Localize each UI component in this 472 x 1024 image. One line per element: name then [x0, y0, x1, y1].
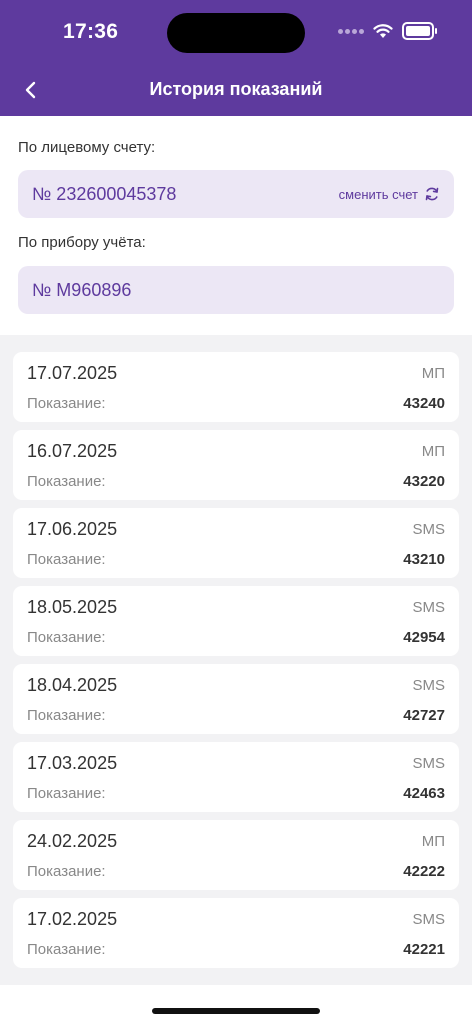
account-number: № 232600045378 — [32, 184, 177, 204]
reading-value: 42222 — [403, 863, 445, 880]
readings-list: 17.07.2025 МП Показание: 43240 16.07.202… — [13, 352, 459, 976]
dynamic-island — [167, 13, 305, 53]
reading-card[interactable]: 18.05.2025 SMS Показание: 42954 — [13, 586, 459, 656]
reading-card[interactable]: 24.02.2025 МП Показание: 42222 — [13, 820, 459, 890]
reading-label: Показание: — [27, 707, 106, 724]
change-account-label: сменить счет — [338, 186, 418, 202]
top-bar: 17:36 История показаний — [0, 0, 472, 116]
reading-date: 17.07.2025 — [27, 363, 118, 383]
reading-date: 17.03.2025 — [27, 753, 118, 773]
reading-source: SMS — [412, 677, 445, 694]
reading-value: 42954 — [403, 629, 445, 646]
reading-source: МП — [421, 833, 445, 850]
reading-date: 18.05.2025 — [27, 597, 118, 617]
reading-source: SMS — [412, 755, 445, 772]
reading-date: 17.06.2025 — [27, 519, 118, 539]
reading-card[interactable]: 17.03.2025 SMS Показание: 42463 — [13, 742, 459, 812]
meter-number: № М960896 — [32, 280, 132, 300]
reading-card[interactable]: 18.04.2025 SMS Показание: 42727 — [13, 664, 459, 734]
reading-label: Показание: — [27, 863, 106, 880]
reading-source: SMS — [412, 911, 445, 928]
reading-value: 43240 — [403, 395, 445, 412]
reading-value: 42463 — [403, 785, 445, 802]
bottom-safe-area — [0, 985, 472, 1024]
reading-date: 17.02.2025 — [27, 909, 118, 929]
reading-label: Показание: — [27, 473, 106, 490]
reading-source: МП — [421, 443, 445, 460]
reading-value: 42221 — [403, 941, 445, 958]
status-time: 17:36 — [63, 20, 119, 43]
refresh-icon — [425, 187, 439, 201]
reading-value: 43210 — [403, 551, 445, 568]
reading-date: 24.02.2025 — [27, 831, 118, 851]
meter-label: По прибору учёта: — [18, 234, 146, 251]
change-account-button[interactable]: сменить счет — [339, 186, 440, 202]
meter-field: № М960896 — [18, 266, 454, 314]
reading-date: 18.04.2025 — [27, 675, 118, 695]
reading-source: SMS — [412, 599, 445, 616]
reading-date: 16.07.2025 — [27, 441, 118, 461]
reading-label: Показание: — [27, 941, 106, 958]
reading-label: Показание: — [27, 551, 106, 568]
reading-value: 42727 — [403, 707, 445, 724]
reading-label: Показание: — [27, 395, 106, 412]
reading-card[interactable]: 17.07.2025 МП Показание: 43240 — [13, 352, 459, 422]
battery-icon — [402, 22, 437, 40]
signal-icon — [338, 28, 364, 34]
reading-card[interactable]: 17.06.2025 SMS Показание: 43210 — [13, 508, 459, 578]
reading-value: 43220 — [403, 473, 445, 490]
reading-label: Показание: — [27, 629, 106, 646]
reading-source: МП — [421, 365, 445, 382]
account-field[interactable]: № 232600045378 сменить счет — [18, 170, 454, 218]
page-title: История показаний — [149, 79, 323, 99]
reading-label: Показание: — [27, 785, 106, 802]
status-icons — [338, 22, 437, 40]
account-label: По лицевому счету: — [18, 139, 156, 156]
account-panel: По лицевому счету: № 232600045378 сменит… — [0, 116, 472, 335]
reading-source: SMS — [412, 521, 445, 538]
reading-card[interactable]: 17.02.2025 SMS Показание: 42221 — [13, 898, 459, 968]
home-indicator[interactable] — [152, 1008, 320, 1014]
reading-card[interactable]: 16.07.2025 МП Показание: 43220 — [13, 430, 459, 500]
wifi-icon — [373, 23, 393, 38]
